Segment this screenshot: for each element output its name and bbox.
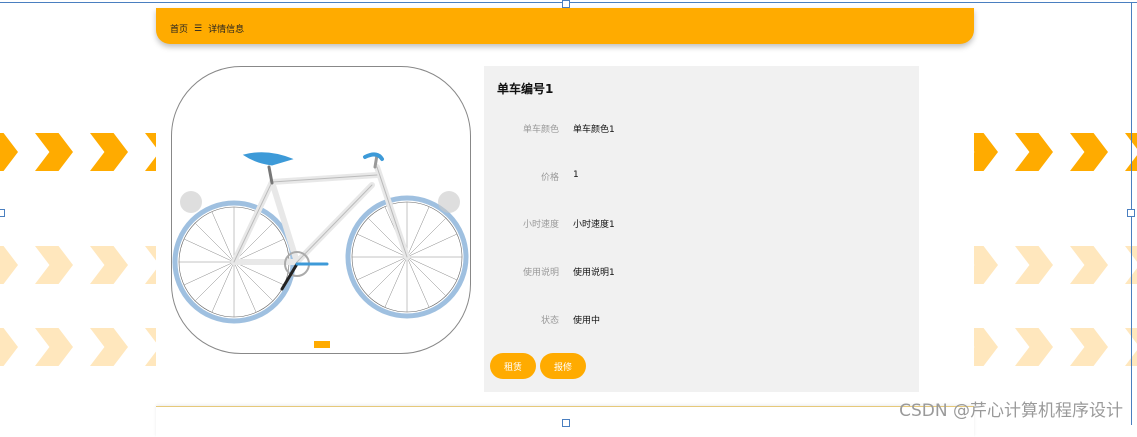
field-value: 使用说明1 bbox=[573, 268, 615, 278]
field-speed: 小时速度 小时速度1 bbox=[484, 217, 919, 231]
bike-image-carousel[interactable] bbox=[171, 66, 471, 354]
field-value: 使用中 bbox=[573, 316, 601, 326]
bike-title: 单车编号1 bbox=[497, 82, 554, 96]
resize-handle[interactable] bbox=[0, 209, 5, 217]
top-bar: 首页 ☰ 详情信息 bbox=[156, 8, 974, 44]
field-label: 单车颜色 bbox=[522, 125, 559, 135]
watermark: CSDN @芹心计算机程序设计 bbox=[899, 401, 1123, 421]
carousel-prev-button[interactable] bbox=[180, 191, 202, 213]
resize-handle[interactable] bbox=[562, 419, 570, 427]
detail-page: 首页 ☰ 详情信息 单车编号1 单车颜色 单车颜色1 价格 1 小时速度 小时速… bbox=[156, 0, 974, 437]
field-value: 小时速度1 bbox=[573, 220, 615, 230]
report-repair-button[interactable]: 报修 bbox=[540, 353, 586, 379]
bike-seat bbox=[242, 152, 294, 166]
field-color: 单车颜色 单车颜色1 bbox=[484, 122, 919, 136]
rent-button[interactable]: 租赁 bbox=[490, 353, 536, 379]
field-instructions: 使用说明 使用说明1 bbox=[484, 265, 919, 279]
breadcrumb-current: 详情信息 bbox=[208, 25, 245, 35]
field-status: 状态 使用中 bbox=[484, 313, 919, 327]
bike-info-panel: 单车编号1 单车颜色 单车颜色1 价格 1 小时速度 小时速度1 使用说明 使用… bbox=[484, 66, 919, 392]
menu-icon: ☰ bbox=[194, 23, 203, 34]
resize-handle[interactable] bbox=[1127, 209, 1135, 217]
carousel-indicator[interactable] bbox=[314, 341, 330, 348]
field-label: 小时速度 bbox=[522, 220, 559, 230]
carousel-next-button[interactable] bbox=[438, 191, 460, 213]
breadcrumb-home[interactable]: 首页 bbox=[170, 22, 188, 35]
field-label: 使用说明 bbox=[522, 268, 559, 278]
field-label: 价格 bbox=[540, 173, 559, 183]
breadcrumb: 首页 ☰ 详情信息 bbox=[170, 22, 245, 36]
resize-handle[interactable] bbox=[562, 0, 570, 8]
field-price: 价格 1 bbox=[484, 170, 919, 184]
field-label: 状态 bbox=[540, 316, 559, 326]
field-value: 1 bbox=[573, 170, 579, 180]
bicycle-image bbox=[172, 152, 469, 324]
field-value: 单车颜色1 bbox=[573, 125, 615, 135]
